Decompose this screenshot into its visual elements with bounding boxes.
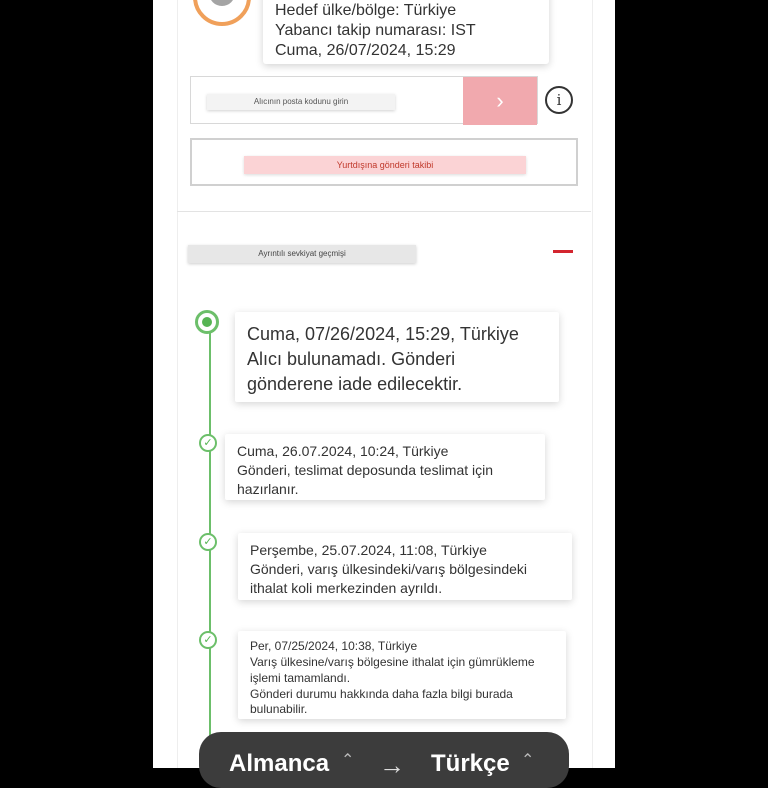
phone-screen: Hedef ülke/bölge: Türkiye Yabancı takip … bbox=[153, 0, 615, 768]
timeline-event: Cuma, 07/26/2024, 15:29, Türkiye Alıcı b… bbox=[235, 312, 559, 402]
destination-text: Hedef ülke/bölge: Türkiye bbox=[275, 2, 457, 19]
timeline-active-dot-icon bbox=[195, 310, 219, 334]
history-title[interactable]: Ayrıntılı sevkiyat geçmişi bbox=[188, 245, 416, 263]
target-language[interactable]: Türkçe bbox=[431, 750, 510, 778]
foreign-tracking-label: Yurtdışına gönderi takibi bbox=[244, 156, 526, 174]
source-caret-icon[interactable]: ⌃ bbox=[341, 750, 354, 770]
timeline-event: Cuma, 26.07.2024, 10:24, Türkiye Gönderi… bbox=[225, 434, 545, 500]
postal-code-field[interactable]: Alıcının posta kodunu girin › bbox=[190, 76, 538, 125]
shipment-date-text: Cuma, 26/07/2024, 15:29 bbox=[275, 42, 456, 59]
target-caret-icon[interactable]: ⌃ bbox=[521, 750, 534, 770]
foreign-tracking-text: Yabancı takip numarası: IST bbox=[275, 22, 476, 39]
postal-submit-button[interactable]: › bbox=[463, 77, 537, 125]
swap-arrow-icon[interactable]: → bbox=[379, 750, 405, 781]
timeline-event: Per, 07/25/2024, 10:38, Türkiye Varış ül… bbox=[238, 631, 566, 719]
checkmark-icon: ✓ bbox=[199, 434, 217, 452]
timeline-event: Perşembe, 25.07.2024, 11:08, Türkiye Gön… bbox=[238, 533, 572, 600]
source-language[interactable]: Almanca bbox=[229, 750, 329, 778]
section-divider bbox=[177, 211, 591, 212]
info-icon[interactable]: i bbox=[545, 86, 573, 114]
checkmark-icon: ✓ bbox=[199, 533, 217, 551]
translate-bar[interactable]: Almanca ⌃ → Türkçe ⌃ bbox=[199, 732, 569, 788]
collapse-minus-icon[interactable] bbox=[553, 250, 573, 253]
shipment-info-card: Hedef ülke/bölge: Türkiye Yabancı takip … bbox=[263, 0, 549, 64]
postal-code-placeholder[interactable]: Alıcının posta kodunu girin bbox=[207, 94, 395, 110]
checkmark-icon: ✓ bbox=[199, 631, 217, 649]
foreign-tracking-button[interactable]: Yurtdışına gönderi takibi bbox=[190, 138, 578, 186]
